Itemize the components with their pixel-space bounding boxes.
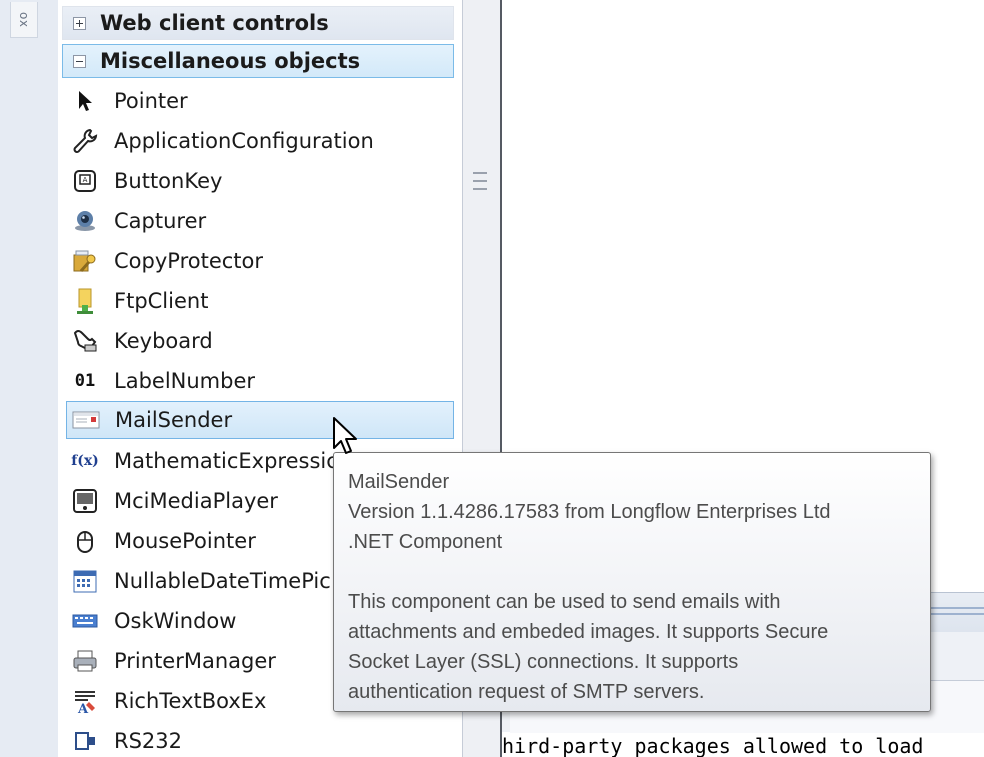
item-label: LabelNumber: [114, 369, 256, 393]
lock-key-icon: [70, 246, 100, 276]
toolbox-tab-label: ox: [16, 11, 31, 28]
toolbox-item-labelnumber[interactable]: 01 LabelNumber: [66, 362, 454, 400]
mouse-icon: [70, 526, 100, 556]
onscreen-keyboard-icon: [70, 606, 100, 636]
item-label: MathematicExpressic: [114, 449, 338, 473]
collapse-minus-icon[interactable]: [73, 54, 86, 68]
number-01-glyph: 01: [74, 371, 96, 391]
item-label: ApplicationConfiguration: [114, 129, 374, 153]
item-label: RS232: [114, 729, 183, 753]
component-tooltip: MailSender Version 1.1.4286.17583 from L…: [333, 452, 931, 712]
svg-text:A: A: [77, 702, 89, 714]
group-label: Miscellaneous objects: [100, 49, 361, 73]
ide-window: ox Web client controls Miscellaneous obj…: [0, 0, 984, 757]
key-button-icon: A: [70, 166, 100, 196]
webcam-icon: [70, 206, 100, 236]
rich-text-icon: A: [70, 686, 100, 716]
item-label: MousePointer: [114, 529, 256, 553]
toolbox-tab[interactable]: ox: [10, 2, 38, 38]
toolbox-item-applicationconfiguration[interactable]: ApplicationConfiguration: [66, 122, 454, 160]
item-label: ButtonKey: [114, 169, 223, 193]
fx-glyph: f(x): [71, 453, 99, 469]
expand-plus-icon[interactable]: [73, 16, 86, 30]
item-label: Pointer: [114, 89, 188, 113]
item-label: Keyboard: [114, 329, 213, 353]
tooltip-description-line: authentication request of SMTP servers.: [348, 681, 705, 703]
wrench-icon: [70, 126, 100, 156]
hand-keyboard-icon: [70, 326, 100, 356]
fx-function-icon: f(x): [70, 446, 100, 476]
serial-port-icon: [70, 726, 100, 756]
tooltip-version: Version 1.1.4286.17583 from Longflow Ent…: [348, 501, 831, 523]
pointer-arrow-icon: [70, 86, 100, 116]
group-web-client-controls[interactable]: Web client controls: [62, 6, 454, 40]
toolbox-item-copyprotector[interactable]: CopyProtector: [66, 242, 454, 280]
toolbox-item-mailsender[interactable]: MailSender: [66, 401, 454, 439]
media-player-icon: [70, 486, 100, 516]
tooltip-description-line: Socket Layer (SSL) connections. It suppo…: [348, 651, 739, 673]
item-label: MciMediaPlayer: [114, 489, 278, 513]
auto-hide-tab-strip: ox: [0, 0, 59, 757]
svg-text:A: A: [83, 176, 88, 184]
toolbox-item-ftpclient[interactable]: FtpClient: [66, 282, 454, 320]
toolbox-item-buttonkey[interactable]: A ButtonKey: [66, 162, 454, 200]
toolbox-item-pointer[interactable]: Pointer: [66, 82, 454, 120]
toolbox-item-keyboard[interactable]: Keyboard: [66, 322, 454, 360]
item-label: RichTextBoxEx: [114, 689, 267, 713]
item-label: OskWindow: [114, 609, 237, 633]
item-label: CopyProtector: [114, 249, 263, 273]
splitter-grip-icon[interactable]: [473, 172, 487, 190]
calendar-icon: [70, 566, 100, 596]
number-01-icon: 01: [70, 366, 100, 396]
toolbox-item-rs232[interactable]: RS232: [66, 722, 454, 757]
item-label: Capturer: [114, 209, 207, 233]
mouse-cursor-icon: [331, 416, 361, 460]
code-text-line: hird-party packages allowed to load: [502, 734, 924, 757]
item-label: PrinterManager: [114, 649, 276, 673]
tooltip-title: MailSender: [348, 471, 450, 493]
ftp-folder-icon: [70, 286, 100, 316]
toolbox-item-capturer[interactable]: Capturer: [66, 202, 454, 240]
tooltip-description-line: This component can be used to send email…: [348, 591, 781, 613]
item-label: MailSender: [115, 408, 233, 432]
item-label: FtpClient: [114, 289, 209, 313]
mail-envelope-icon: [71, 405, 101, 435]
tooltip-description-line: attachments and embeded images. It suppo…: [348, 621, 829, 643]
tooltip-kind: .NET Component: [348, 531, 503, 553]
printer-icon: [70, 646, 100, 676]
group-miscellaneous-objects[interactable]: Miscellaneous objects: [62, 44, 454, 78]
item-label: NullableDateTimePic: [114, 569, 331, 593]
group-label: Web client controls: [100, 11, 329, 35]
